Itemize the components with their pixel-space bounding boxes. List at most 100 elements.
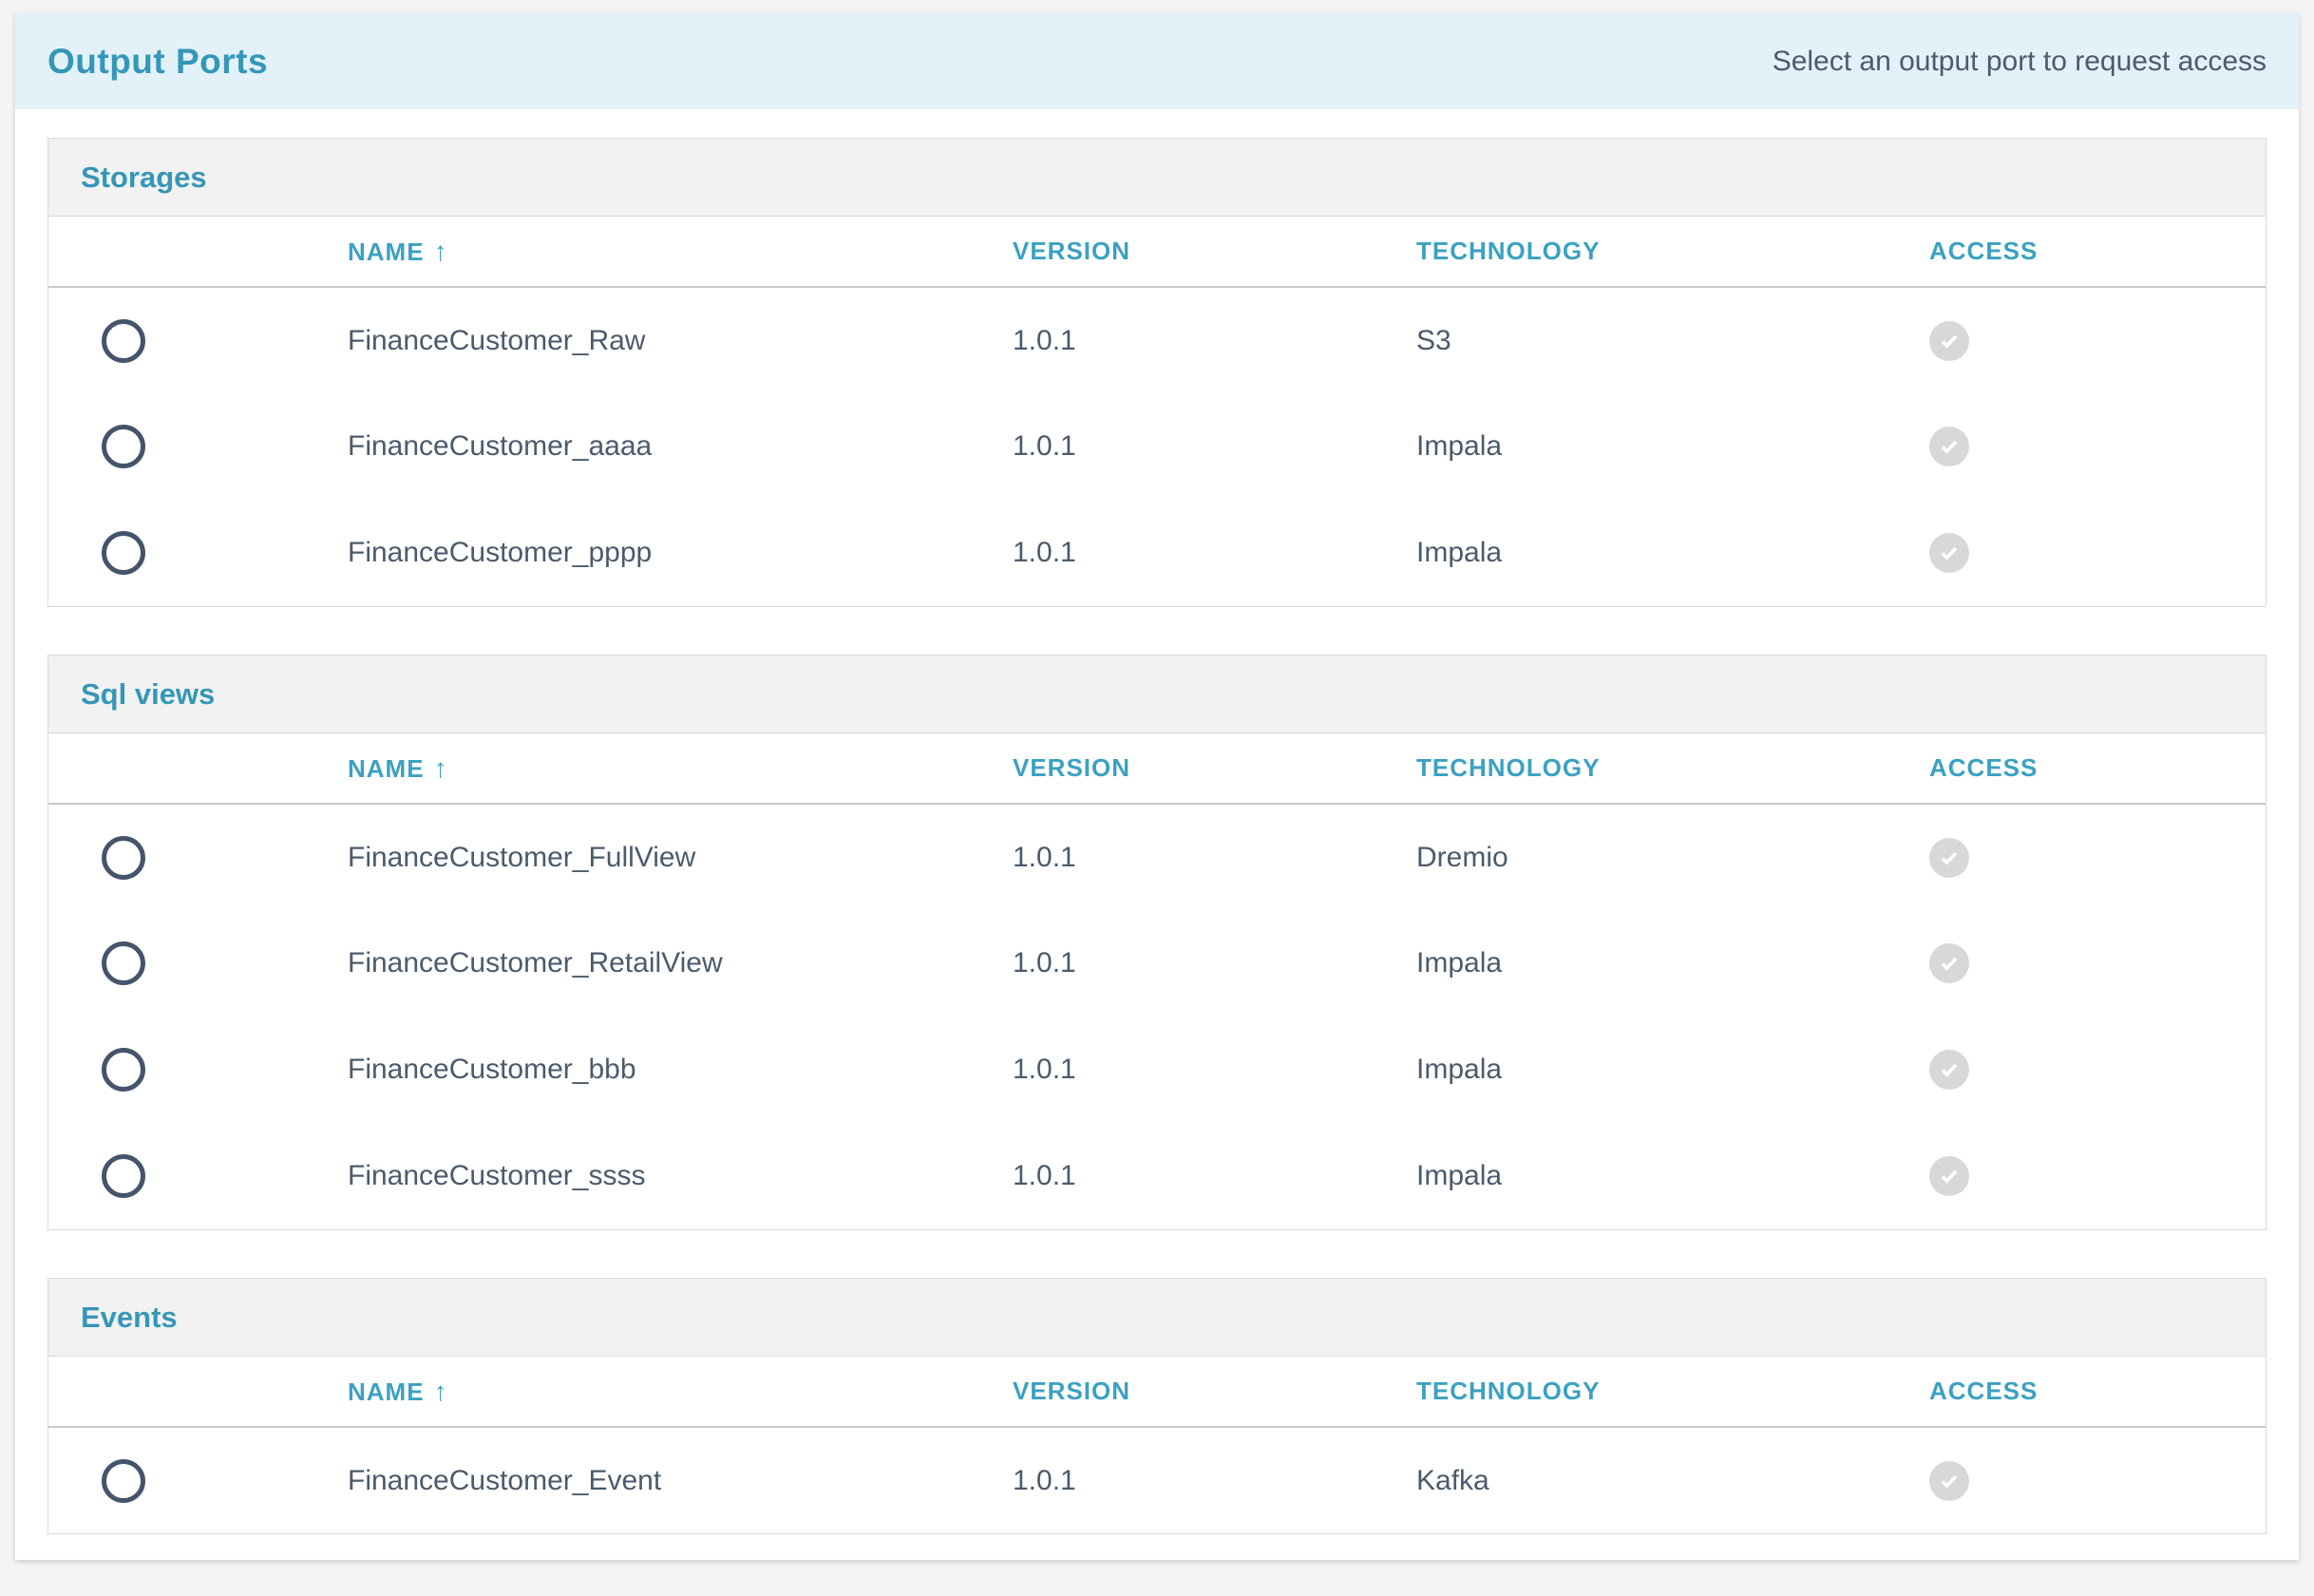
access-column-header: ACCESS — [1929, 733, 2266, 804]
cell-name: FinanceCustomer_RetailView — [348, 910, 1013, 1016]
cell-name: FinanceCustomer_FullView — [348, 804, 1013, 910]
name-column-label: NAME — [348, 1378, 425, 1406]
cell-version: 1.0.1 — [1013, 804, 1416, 910]
section-title: Events — [48, 1279, 2266, 1357]
technology-column-label: TECHNOLOGY — [1416, 753, 1600, 782]
radio-column-header — [48, 733, 348, 804]
port-section-panel: Storages NAME ↑ VERSION TECHNOLOGY ACCESS… — [47, 138, 2267, 607]
cell-version: 1.0.1 — [1013, 1123, 1416, 1229]
radio-unchecked-icon[interactable] — [102, 1459, 145, 1503]
table-header-row: NAME ↑ VERSION TECHNOLOGY ACCESS — [48, 733, 2266, 804]
port-section-panel: Sql views NAME ↑ VERSION TECHNOLOGY ACCES… — [47, 655, 2267, 1230]
output-port-row[interactable]: FinanceCustomer_pppp 1.0.1 Impala — [48, 500, 2266, 606]
table-header-row: NAME ↑ VERSION TECHNOLOGY ACCESS — [48, 1357, 2266, 1427]
sort-asc-icon: ↑ — [434, 1377, 448, 1406]
access-column-header: ACCESS — [1929, 1357, 2266, 1427]
radio-unchecked-icon[interactable] — [102, 1154, 145, 1198]
technology-column-header: TECHNOLOGY — [1416, 1357, 1929, 1427]
output-port-row[interactable]: FinanceCustomer_Raw 1.0.1 S3 — [48, 287, 2266, 393]
table-header-row: NAME ↑ VERSION TECHNOLOGY ACCESS — [48, 217, 2266, 287]
sort-asc-icon: ↑ — [434, 753, 448, 783]
radio-cell — [48, 804, 348, 910]
check-circle-icon — [1929, 1156, 1969, 1196]
cell-access — [1929, 500, 2266, 606]
output-port-row[interactable]: FinanceCustomer_bbb 1.0.1 Impala — [48, 1016, 2266, 1123]
page-title: Output Ports — [47, 42, 268, 82]
cell-technology: S3 — [1416, 287, 1929, 393]
technology-column-header: TECHNOLOGY — [1416, 217, 1929, 287]
output-port-row[interactable]: FinanceCustomer_FullView 1.0.1 Dremio — [48, 804, 2266, 910]
cell-version: 1.0.1 — [1013, 287, 1416, 393]
name-column-label: NAME — [348, 238, 425, 266]
technology-column-label: TECHNOLOGY — [1416, 237, 1600, 265]
sort-asc-icon: ↑ — [434, 237, 448, 266]
radio-cell — [48, 287, 348, 393]
output-port-row[interactable]: FinanceCustomer_aaaa 1.0.1 Impala — [48, 393, 2266, 500]
access-column-header: ACCESS — [1929, 217, 2266, 287]
cell-version: 1.0.1 — [1013, 1427, 1416, 1533]
check-circle-icon — [1929, 943, 1969, 983]
cell-name: FinanceCustomer_Event — [348, 1427, 1013, 1533]
check-circle-icon — [1929, 1461, 1969, 1501]
name-column-header[interactable]: NAME ↑ — [348, 217, 1013, 287]
ports-table: NAME ↑ VERSION TECHNOLOGY ACCESS FinanceC… — [48, 1357, 2266, 1533]
name-column-header[interactable]: NAME ↑ — [348, 733, 1013, 804]
version-column-label: VERSION — [1013, 1377, 1130, 1405]
radio-unchecked-icon[interactable] — [102, 1048, 145, 1092]
radio-unchecked-icon[interactable] — [102, 425, 145, 468]
cell-name: FinanceCustomer_ssss — [348, 1123, 1013, 1229]
cell-version: 1.0.1 — [1013, 910, 1416, 1016]
cell-access — [1929, 910, 2266, 1016]
select-port-hint: Select an output port to request access — [1773, 46, 2267, 78]
radio-cell — [48, 393, 348, 500]
access-column-label: ACCESS — [1929, 753, 2038, 782]
access-column-label: ACCESS — [1929, 1377, 2038, 1405]
version-column-header: VERSION — [1013, 733, 1416, 804]
radio-unchecked-icon[interactable] — [102, 531, 145, 575]
technology-column-label: TECHNOLOGY — [1416, 1377, 1600, 1405]
radio-unchecked-icon[interactable] — [102, 836, 145, 880]
cell-technology: Impala — [1416, 393, 1929, 500]
ports-table: NAME ↑ VERSION TECHNOLOGY ACCESS FinanceC… — [48, 217, 2266, 606]
radio-cell — [48, 1123, 348, 1229]
output-port-row[interactable]: FinanceCustomer_RetailView 1.0.1 Impala — [48, 910, 2266, 1016]
cell-access — [1929, 804, 2266, 910]
output-port-row[interactable]: FinanceCustomer_ssss 1.0.1 Impala — [48, 1123, 2266, 1229]
output-port-row[interactable]: FinanceCustomer_Event 1.0.1 Kafka — [48, 1427, 2266, 1533]
port-section-panel: Events NAME ↑ VERSION TECHNOLOGY ACCESS F… — [47, 1278, 2267, 1534]
section-title: Storages — [48, 139, 2266, 217]
check-circle-icon — [1929, 321, 1969, 361]
technology-column-header: TECHNOLOGY — [1416, 733, 1929, 804]
radio-cell — [48, 500, 348, 606]
radio-cell — [48, 1016, 348, 1123]
cell-name: FinanceCustomer_aaaa — [348, 393, 1013, 500]
ports-table: NAME ↑ VERSION TECHNOLOGY ACCESS FinanceC… — [48, 733, 2266, 1229]
name-column-label: NAME — [348, 754, 425, 783]
check-circle-icon — [1929, 427, 1969, 466]
version-column-header: VERSION — [1013, 217, 1416, 287]
name-column-header[interactable]: NAME ↑ — [348, 1357, 1013, 1427]
card-header: Output Ports Select an output port to re… — [15, 13, 2299, 109]
cell-technology: Impala — [1416, 1016, 1929, 1123]
version-column-header: VERSION — [1013, 1357, 1416, 1427]
radio-unchecked-icon[interactable] — [102, 319, 145, 363]
cell-access — [1929, 1016, 2266, 1123]
cell-version: 1.0.1 — [1013, 500, 1416, 606]
cell-name: FinanceCustomer_Raw — [348, 287, 1013, 393]
section-title: Sql views — [48, 656, 2266, 733]
cell-version: 1.0.1 — [1013, 393, 1416, 500]
radio-unchecked-icon[interactable] — [102, 941, 145, 985]
access-column-label: ACCESS — [1929, 237, 2038, 265]
output-ports-card: Output Ports Select an output port to re… — [15, 13, 2299, 1560]
check-circle-icon — [1929, 838, 1969, 878]
version-column-label: VERSION — [1013, 237, 1130, 265]
radio-column-header — [48, 1357, 348, 1427]
cell-access — [1929, 393, 2266, 500]
cell-technology: Kafka — [1416, 1427, 1929, 1533]
cell-access — [1929, 287, 2266, 393]
cell-name: FinanceCustomer_bbb — [348, 1016, 1013, 1123]
radio-cell — [48, 910, 348, 1016]
cell-technology: Impala — [1416, 500, 1929, 606]
cell-version: 1.0.1 — [1013, 1016, 1416, 1123]
radio-column-header — [48, 217, 348, 287]
